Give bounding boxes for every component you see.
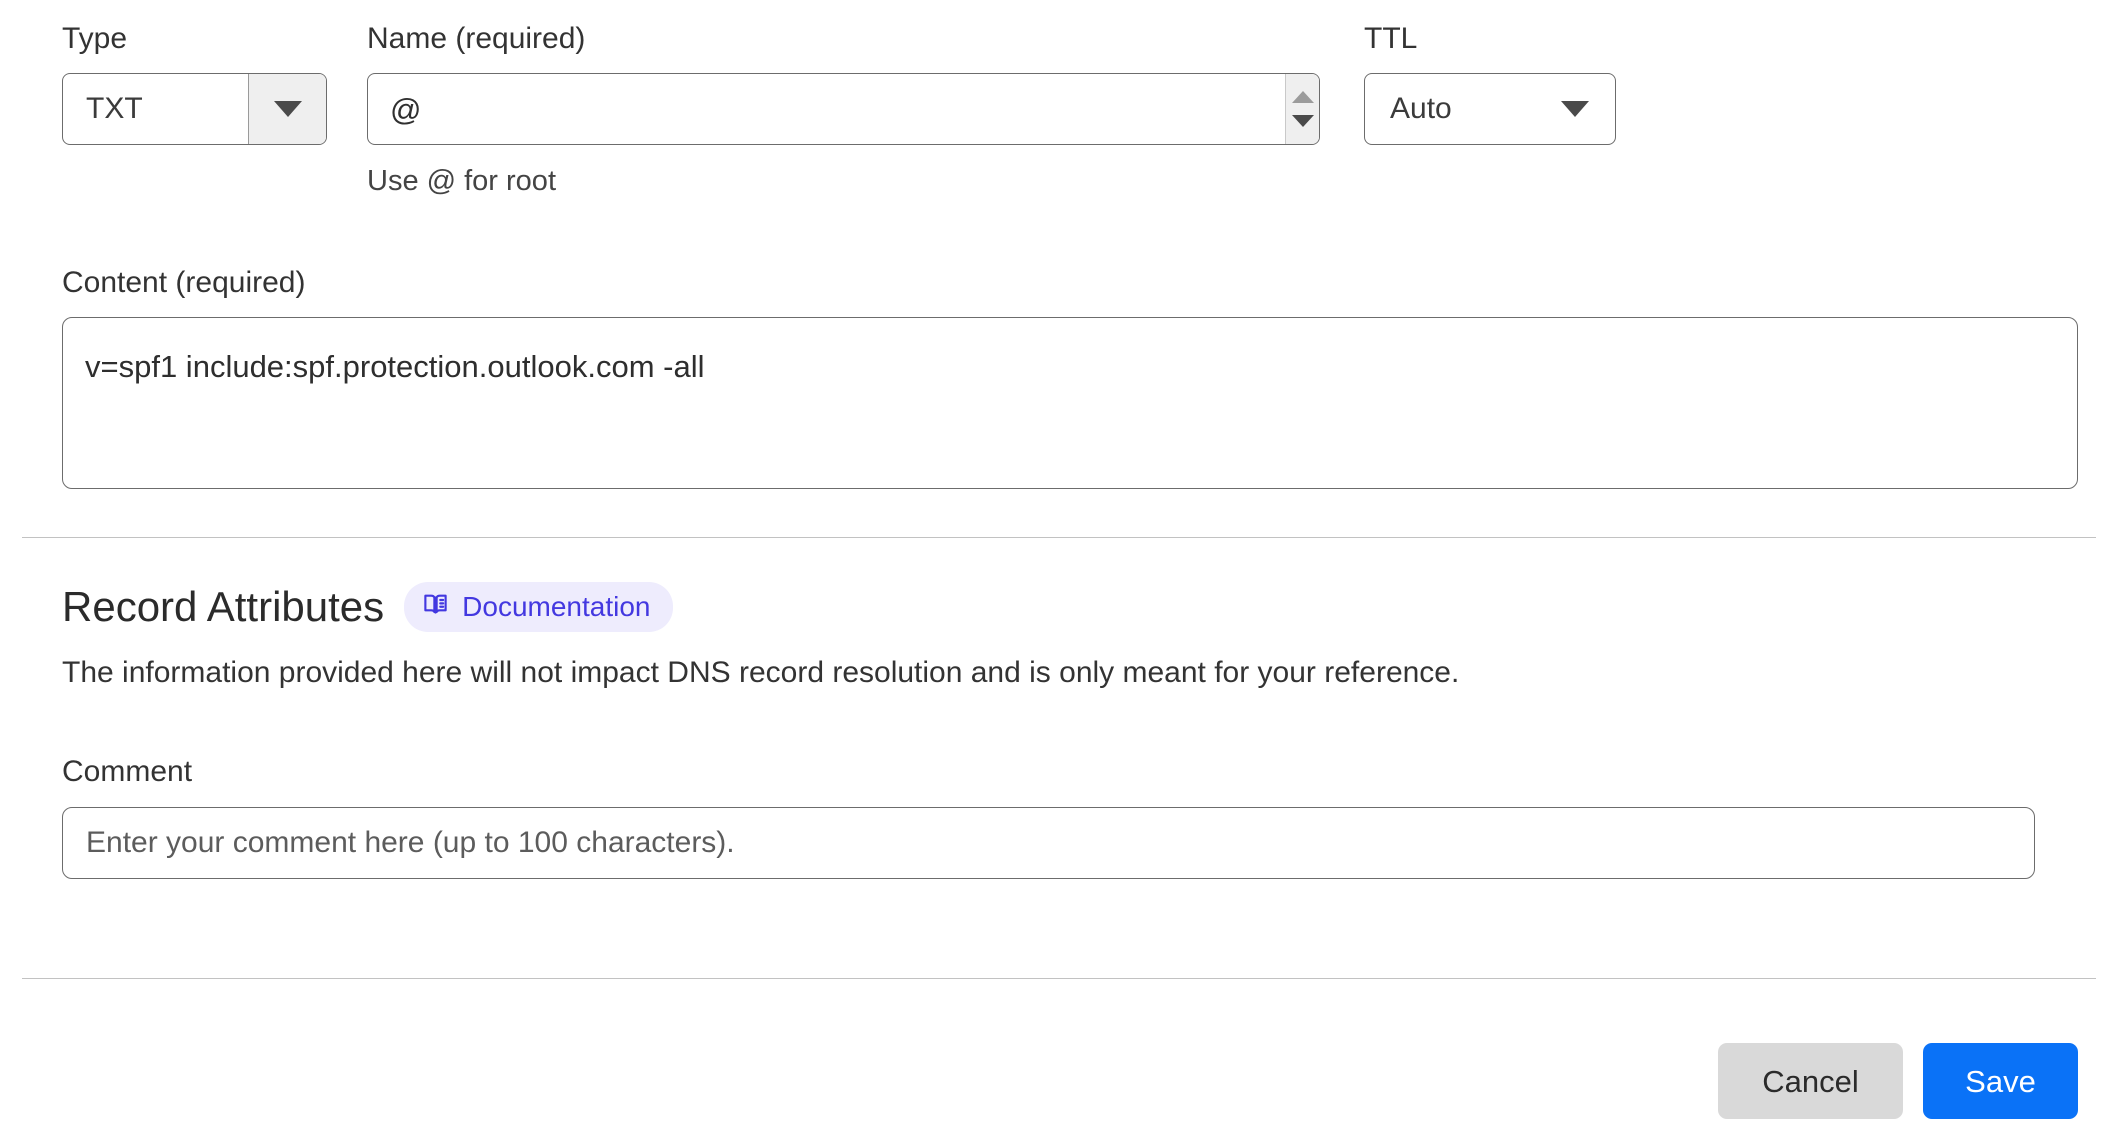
top-field-row: Type TXT Name (required) @ Use @ for roo… [0,0,2116,220]
record-attributes-description: The information provided here will not i… [62,656,1460,689]
documentation-badge-label: Documentation [462,590,651,622]
type-select-value: TXT [86,92,143,125]
chevron-down-icon [1561,101,1589,117]
record-attributes-header: Record Attributes Documentation [62,582,1459,632]
type-select-arrow-box[interactable] [248,74,326,144]
documentation-badge[interactable]: Documentation [404,582,673,632]
form-footer: Cancel Save [1718,1043,2078,1119]
section-divider-top [22,537,2096,538]
dns-record-edit-form: Type TXT Name (required) @ Use @ for roo… [0,0,2116,1145]
content-field-group: Content (required) v=spf1 include:spf.pr… [62,268,2078,489]
section-divider-bottom [22,978,2096,979]
save-button[interactable]: Save [1923,1043,2078,1119]
comment-input-placeholder: Enter your comment here (up to 100 chara… [86,826,735,859]
name-help-text: Use @ for root [367,165,556,197]
content-label: Content (required) [62,266,306,299]
content-textarea[interactable]: v=spf1 include:spf.protection.outlook.co… [62,317,2078,489]
name-spinner[interactable] [1285,74,1319,144]
record-attributes-section: Record Attributes Documentation The info… [62,582,1459,688]
spinner-down-icon[interactable] [1291,115,1314,127]
ttl-select[interactable]: Auto [1364,73,1616,145]
ttl-select-value: Auto [1390,92,1452,125]
cancel-button[interactable]: Cancel [1718,1043,1903,1119]
comment-label: Comment [62,755,193,788]
comment-field-group: Comment Enter your comment here (up to 1… [62,757,2035,879]
name-field-group: Name (required) @ Use @ for root [367,24,1320,196]
type-select[interactable]: TXT [62,73,327,145]
book-icon [422,591,449,622]
comment-input[interactable]: Enter your comment here (up to 100 chara… [62,807,2035,879]
spinner-up-icon[interactable] [1291,91,1314,103]
content-textarea-value: v=spf1 include:spf.protection.outlook.co… [85,349,705,384]
name-label: Name (required) [367,22,586,55]
type-label: Type [62,22,128,55]
name-input[interactable]: @ [367,73,1320,145]
type-field-group: Type TXT [62,24,327,145]
name-input-value: @ [390,91,422,127]
record-attributes-title: Record Attributes [62,583,385,630]
chevron-down-icon [273,101,302,117]
ttl-label: TTL [1364,22,1418,55]
ttl-field-group: TTL Auto [1364,24,1616,145]
